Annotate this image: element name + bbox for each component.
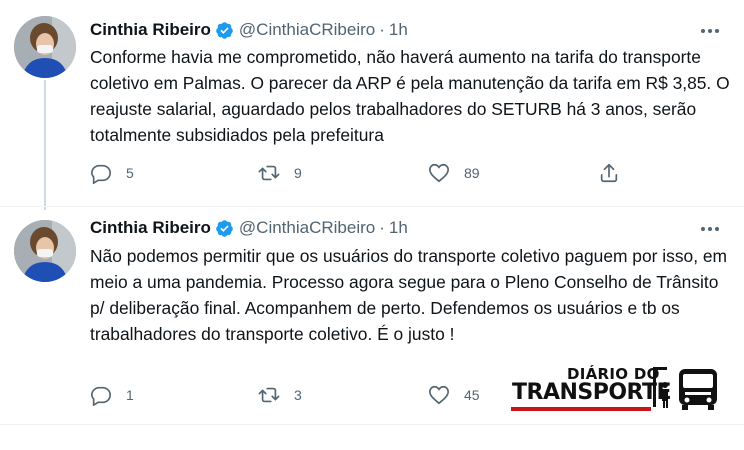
like-count: 89 bbox=[464, 165, 480, 181]
reply-icon bbox=[90, 384, 112, 406]
timestamp[interactable]: 1h bbox=[389, 20, 408, 40]
author-handle[interactable]: @CinthiaCRibeiro bbox=[239, 20, 375, 40]
share-button[interactable] bbox=[598, 161, 620, 185]
reply-count: 1 bbox=[126, 387, 134, 403]
tweet-1[interactable]: Cinthia Ribeiro @CinthiaCRibeiro · 1h Co… bbox=[0, 0, 744, 207]
retweet-icon bbox=[258, 162, 280, 184]
timestamp[interactable]: 1h bbox=[389, 218, 408, 238]
retweet-button[interactable]: 9 bbox=[258, 161, 302, 185]
tweet-divider bbox=[0, 424, 744, 425]
tweet-text: Conforme havia me comprometido, não have… bbox=[90, 47, 730, 145]
avatar[interactable] bbox=[14, 16, 76, 78]
tweet-actions: 5 9 89 bbox=[90, 161, 650, 185]
like-icon bbox=[428, 162, 450, 184]
author-name[interactable]: Cinthia Ribeiro bbox=[90, 20, 211, 40]
retweet-count: 9 bbox=[294, 165, 302, 181]
reply-button[interactable]: 5 bbox=[90, 161, 134, 185]
separator-dot: · bbox=[379, 218, 385, 237]
bus-stop-icon bbox=[653, 367, 717, 410]
tweet-text: Não podemos permitir que os usuários do … bbox=[90, 246, 728, 344]
reply-icon bbox=[90, 162, 112, 184]
separator-dot: · bbox=[379, 20, 385, 39]
like-button[interactable]: 89 bbox=[428, 161, 480, 185]
more-options-icon[interactable] bbox=[698, 21, 722, 41]
share-icon bbox=[598, 162, 620, 184]
avatar[interactable] bbox=[14, 220, 76, 282]
verified-badge-icon bbox=[215, 219, 234, 238]
like-icon bbox=[428, 384, 450, 406]
retweet-button[interactable]: 3 bbox=[258, 383, 302, 407]
retweet-icon bbox=[258, 384, 280, 406]
reply-button[interactable]: 1 bbox=[90, 383, 134, 407]
reply-count: 5 bbox=[126, 165, 134, 181]
retweet-count: 3 bbox=[294, 387, 302, 403]
like-button[interactable]: 45 bbox=[428, 383, 480, 407]
watermark-line2: TRANSPORTE bbox=[512, 380, 672, 405]
watermark-accent-bar bbox=[511, 407, 651, 411]
tweet-header: Cinthia Ribeiro @CinthiaCRibeiro · 1h bbox=[90, 217, 408, 239]
author-handle[interactable]: @CinthiaCRibeiro bbox=[239, 218, 375, 238]
verified-badge-icon bbox=[215, 21, 234, 40]
more-options-icon[interactable] bbox=[698, 219, 722, 239]
author-name[interactable]: Cinthia Ribeiro bbox=[90, 218, 211, 238]
like-count: 45 bbox=[464, 387, 480, 403]
diario-do-transporte-watermark: DIÁRIO DO TRANSPORTE bbox=[511, 363, 721, 413]
tweet-header: Cinthia Ribeiro @CinthiaCRibeiro · 1h bbox=[90, 19, 408, 41]
